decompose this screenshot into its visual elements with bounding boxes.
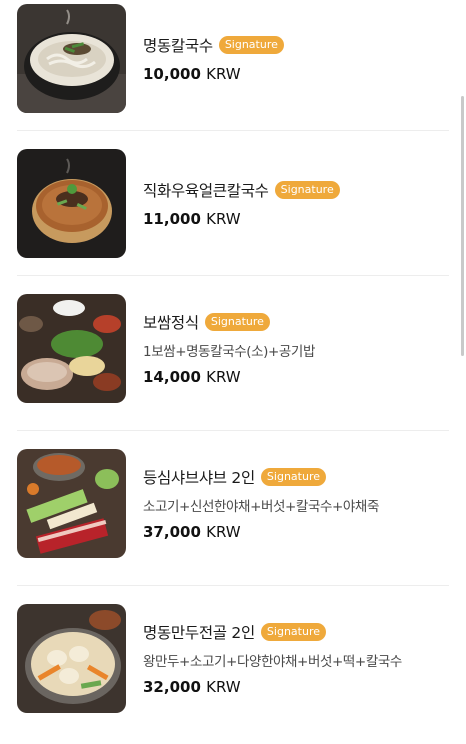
signature-badge: Signature — [274, 181, 340, 199]
menu-item-price-row: 14,000 KRW — [143, 368, 315, 386]
menu-item-info: 직화우육얼큰칼국수 Signature 11,000 KRW — [143, 179, 340, 228]
menu-item-description: 왕만두+소고기+다양한야채+버섯+떡+칼국수 — [143, 654, 402, 670]
menu-item-title-row: 명동만두전골 2인 Signature — [143, 621, 402, 643]
menu-item-currency: KRW — [206, 368, 241, 386]
menu-item-info: 보쌈정식 Signature 1보쌈+명동칼국수(소)+공기밥 14,000 K… — [143, 311, 315, 386]
menu-item-price: 14,000 — [143, 368, 207, 386]
menu-item-info: 명동칼국수 Signature 10,000 KRW — [143, 34, 284, 83]
menu-item-image[interactable] — [17, 149, 126, 258]
divider — [17, 585, 449, 586]
shabu-shabu-platter-icon — [17, 449, 126, 558]
menu-item-description: 1보쌈+명동칼국수(소)+공기밥 — [143, 344, 315, 360]
menu-item-currency: KRW — [206, 65, 241, 83]
menu-item-name: 보쌈정식 — [143, 314, 199, 332]
menu-item-currency: KRW — [206, 523, 241, 541]
noodle-soup-bowl-icon — [17, 4, 126, 113]
divider — [17, 275, 449, 276]
menu-item[interactable]: 직화우육얼큰칼국수 Signature 11,000 KRW — [17, 149, 449, 276]
menu-item-image[interactable] — [17, 4, 126, 113]
menu-item-name: 직화우육얼큰칼국수 — [143, 182, 269, 200]
menu-item-image[interactable] — [17, 604, 126, 713]
signature-badge: Signature — [260, 623, 326, 641]
menu-item-price-row: 10,000 KRW — [143, 65, 284, 83]
menu-item-title-row: 직화우육얼큰칼국수 Signature — [143, 179, 340, 201]
menu-item-name: 등심샤브샤브 2인 — [143, 469, 255, 487]
bossam-set-meal-icon — [17, 294, 126, 403]
spicy-beef-noodle-bowl-icon — [17, 149, 126, 258]
signature-badge: Signature — [260, 468, 326, 486]
menu-item-price-row: 11,000 KRW — [143, 210, 340, 228]
menu-item-image[interactable] — [17, 294, 126, 403]
menu-item-name: 명동만두전골 2인 — [143, 624, 255, 642]
menu-item-title-row: 명동칼국수 Signature — [143, 34, 284, 56]
menu-item-name: 명동칼국수 — [143, 37, 213, 55]
menu-item-price: 10,000 — [143, 65, 207, 83]
menu-item[interactable]: 보쌈정식 Signature 1보쌈+명동칼국수(소)+공기밥 14,000 K… — [17, 294, 449, 431]
menu-item-info: 명동만두전골 2인 Signature 왕만두+소고기+다양한야채+버섯+떡+칼… — [143, 621, 402, 696]
menu-item-currency: KRW — [206, 210, 241, 228]
menu-item-image[interactable] — [17, 449, 126, 558]
menu-item-currency: KRW — [206, 678, 241, 696]
signature-badge: Signature — [204, 313, 270, 331]
scrollbar[interactable] — [461, 96, 464, 356]
menu-item-info: 등심샤브샤브 2인 Signature 소고기+신선한야채+버섯+칼국수+야채죽… — [143, 466, 379, 541]
menu-item-price-row: 37,000 KRW — [143, 523, 379, 541]
menu-item[interactable]: 등심샤브샤브 2인 Signature 소고기+신선한야채+버섯+칼국수+야채죽… — [17, 449, 449, 586]
menu-item-price: 11,000 — [143, 210, 207, 228]
menu-item[interactable]: 명동만두전골 2인 Signature 왕만두+소고기+다양한야채+버섯+떡+칼… — [17, 604, 449, 713]
menu-item-title-row: 등심샤브샤브 2인 Signature — [143, 466, 379, 488]
menu-item-title-row: 보쌈정식 Signature — [143, 311, 315, 333]
signature-badge: Signature — [218, 36, 284, 54]
divider — [17, 130, 449, 131]
menu-item-price-row: 32,000 KRW — [143, 678, 402, 696]
menu-item-price: 32,000 — [143, 678, 207, 696]
menu-item[interactable]: 명동칼국수 Signature 10,000 KRW — [17, 4, 449, 131]
menu-item-description: 소고기+신선한야채+버섯+칼국수+야채죽 — [143, 499, 379, 515]
divider — [17, 430, 449, 431]
dumpling-hotpot-icon — [17, 604, 126, 713]
menu-item-price: 37,000 — [143, 523, 207, 541]
menu-list: 명동칼국수 Signature 10,000 KRW 직화우육얼큰칼국수 Sig… — [0, 0, 466, 744]
